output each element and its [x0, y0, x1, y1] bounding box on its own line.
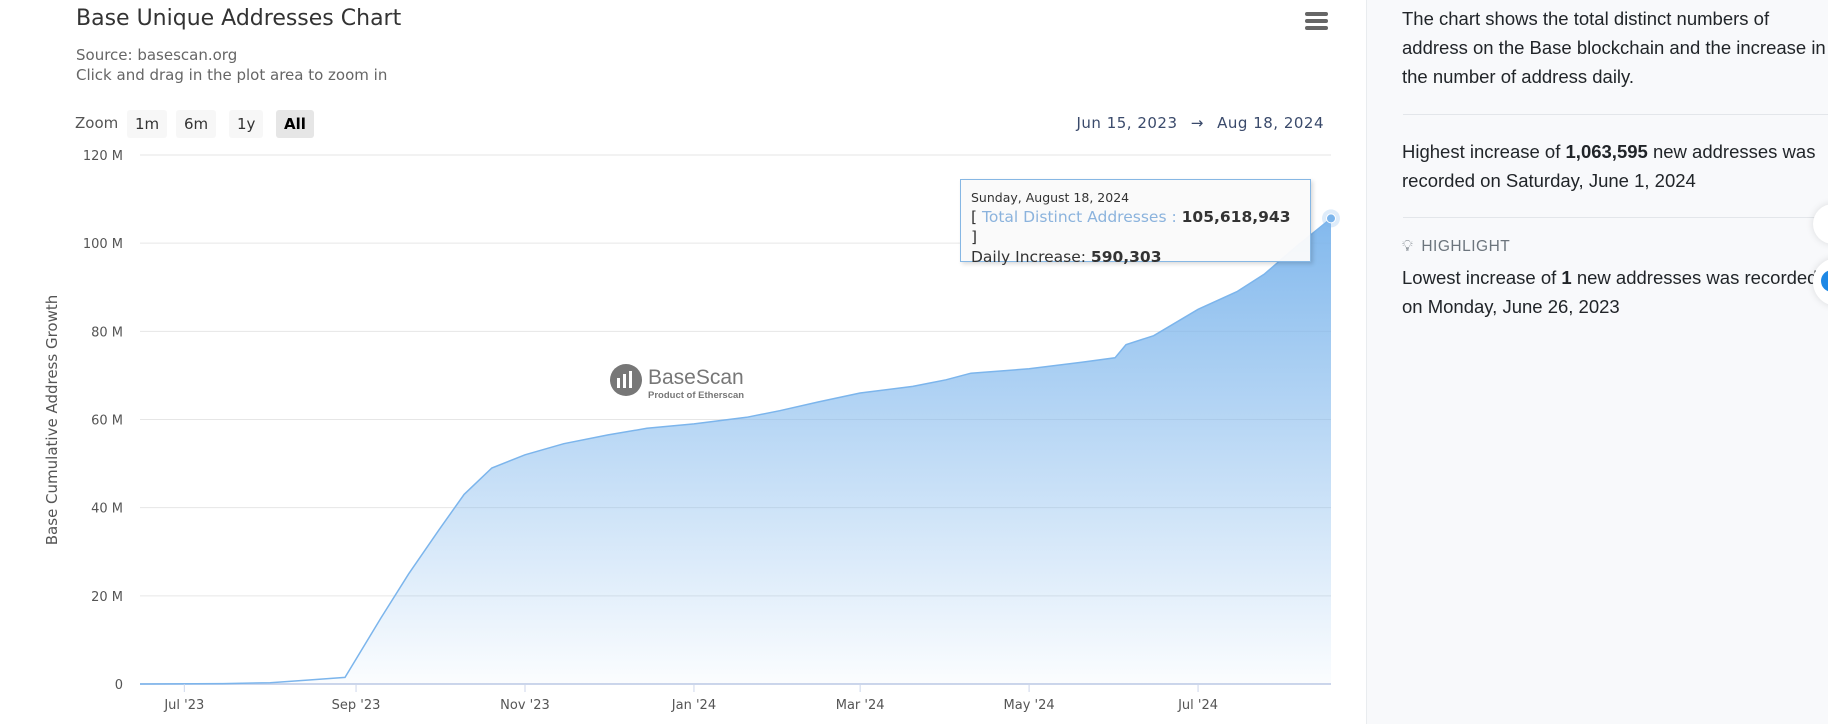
chart-panel: Base Unique Addresses Chart Source: base…: [0, 0, 1366, 724]
y-tick-label: 20 M: [91, 590, 123, 605]
tooltip-series: Total Distinct Addresses: [982, 208, 1167, 226]
watermark-name: BaseScan: [648, 366, 744, 389]
watermark-tagline: Product of Etherscan: [648, 390, 744, 401]
highlighted-data-point: [1326, 213, 1336, 224]
plot-area[interactable]: BaseScan Product of Etherscan 0 20 M 40 M 6…: [0, 0, 1366, 724]
highest-increase-value: 1,063,595: [1565, 141, 1648, 162]
x-tick-label: Nov '23: [500, 698, 550, 713]
divider: [1403, 114, 1828, 115]
highest-increase-text: Highest increase of 1,063,595 new addres…: [1402, 141, 1816, 191]
y-axis-label: Base Cumulative Address Growth: [43, 295, 61, 545]
tooltip-bracket-close: ]: [971, 228, 978, 246]
y-tick-label: 80 M: [91, 325, 123, 340]
floating-button[interactable]: [1813, 204, 1828, 244]
area-fill: [140, 218, 1331, 684]
tooltip-value: 105,618,943: [1181, 208, 1291, 226]
x-tick-label: Jul '24: [1177, 698, 1218, 713]
x-tick-label: Sep '23: [332, 698, 381, 713]
tooltip-daily-label: Daily Increase:: [971, 248, 1086, 266]
tooltip-date: Sunday, August 18, 2024: [971, 190, 1130, 205]
x-tick-label: Mar '24: [836, 698, 885, 713]
y-tick-label: 0: [115, 678, 123, 693]
x-tick-label: May '24: [1004, 698, 1055, 713]
y-tick-label: 40 M: [91, 502, 123, 517]
tooltip-daily-value: 590,303: [1090, 248, 1162, 266]
y-tick-label: 120 M: [83, 149, 123, 164]
lowest-increase-text: Lowest increase of 1 new addresses was r…: [1402, 267, 1818, 317]
tooltip-bracket: [: [971, 208, 978, 226]
chart-description: The chart shows the total distinct numbe…: [1402, 8, 1826, 87]
x-tick-label: Jul '23: [163, 698, 204, 713]
tooltip: Sunday, August 18, 2024 [ Total Distinct…: [960, 179, 1311, 266]
y-tick-label: 100 M: [83, 237, 123, 252]
info-sidebar: The chart shows the total distinct numbe…: [1366, 0, 1828, 724]
divider: [1403, 217, 1828, 218]
tooltip-sep: :: [1171, 208, 1177, 226]
basescan-watermark: BaseScan Product of Etherscan: [610, 364, 744, 401]
y-tick-label: 60 M: [91, 414, 123, 429]
highlight-heading: 💡︎ HIGHLIGHT: [1402, 238, 1511, 255]
lightbulb-icon: 💡︎: [1402, 238, 1414, 255]
lowest-increase-value: 1: [1561, 267, 1572, 288]
x-tick-label: Jan '24: [671, 698, 716, 713]
